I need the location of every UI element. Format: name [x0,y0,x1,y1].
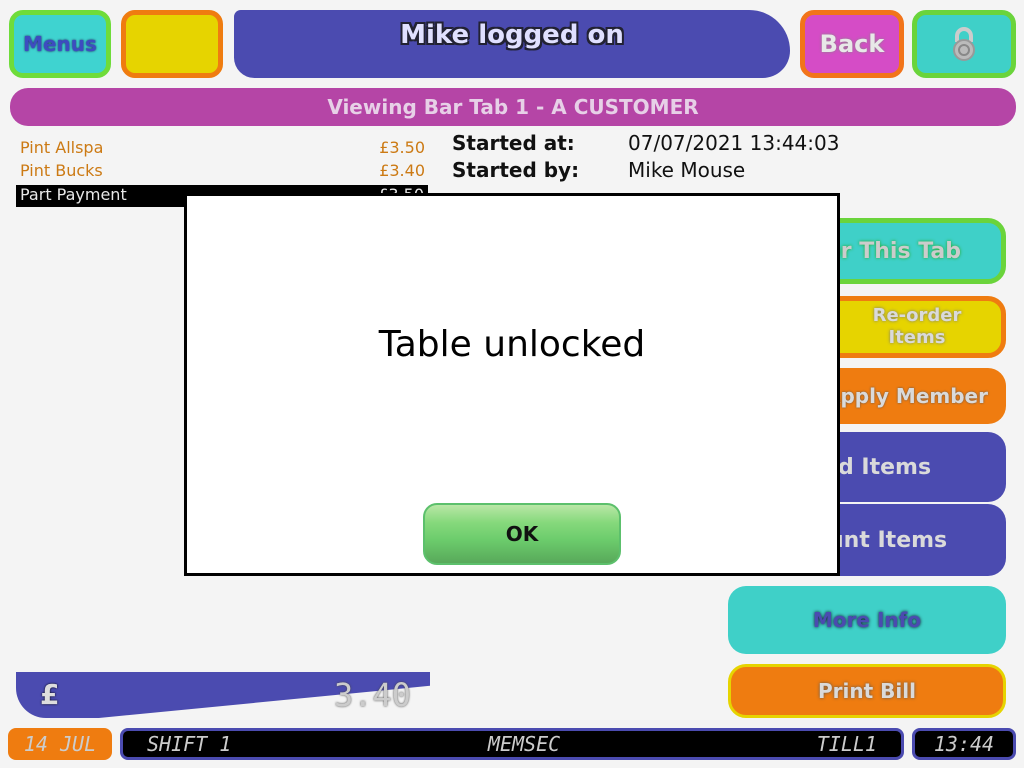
status-bar: SHIFT 1 MEMSEC TILL1 [120,728,904,760]
item-price: £3.40 [379,161,425,180]
page-title: Mike logged on [400,20,624,50]
menus-label: Menus [23,32,97,56]
total-amount: 3.40 [334,676,412,714]
list-item[interactable]: Pint Bucks £3.40 [20,161,425,180]
ok-label: OK [505,522,539,546]
reorder-label: Re-order Items [872,305,962,348]
item-name: Pint Bucks [20,161,103,180]
dialog-message: Table unlocked [378,324,646,365]
print-bill-label: Print Bill [818,679,916,703]
print-bill-button[interactable]: Print Bill [728,664,1006,718]
date-display: 14 JUL [8,728,112,760]
ok-button[interactable]: OK [423,503,621,565]
this-tab-label: or This Tab [825,238,961,264]
back-button[interactable]: Back [800,10,904,78]
till-text: TILL1 [816,732,877,756]
void-items-label: d Items [838,454,932,480]
started-at-label: Started at: [452,131,575,155]
time-text: 13:44 [933,732,995,756]
list-item[interactable]: Pint Allspa £3.50 [20,138,425,157]
started-at-row: Started at: 07/07/2021 13:44:03 [452,131,839,155]
apply-member-label: Apply Member [824,384,988,408]
back-label: Back [819,30,885,58]
started-by-value: Mike Mouse [628,158,746,182]
blank-button[interactable] [121,10,223,78]
item-name: Pint Allspa [20,138,104,157]
more-info-button[interactable]: More Info [728,586,1006,654]
clock-display: 13:44 [912,728,1016,760]
more-info-label: More Info [812,608,922,632]
discount-items-label: unt Items [828,527,948,553]
item-price: £3.50 [379,138,425,157]
message-dialog: Table unlocked OK [184,193,840,576]
padlock-icon [953,27,975,61]
currency-symbol: £ [40,678,60,711]
shift-text: SHIFT 1 [147,732,232,756]
tab-title: Viewing Bar Tab 1 - A CUSTOMER [327,95,699,119]
lock-button[interactable] [912,10,1016,78]
started-by-label: Started by: [452,158,580,182]
item-name: Part Payment [20,185,127,204]
menus-button[interactable]: Menus [9,10,111,78]
date-text: 14 JUL [23,732,97,756]
started-at-value: 07/07/2021 13:44:03 [628,131,840,155]
started-by-row: Started by: Mike Mouse [452,158,745,182]
memsec-text: MEMSEC [487,732,561,756]
